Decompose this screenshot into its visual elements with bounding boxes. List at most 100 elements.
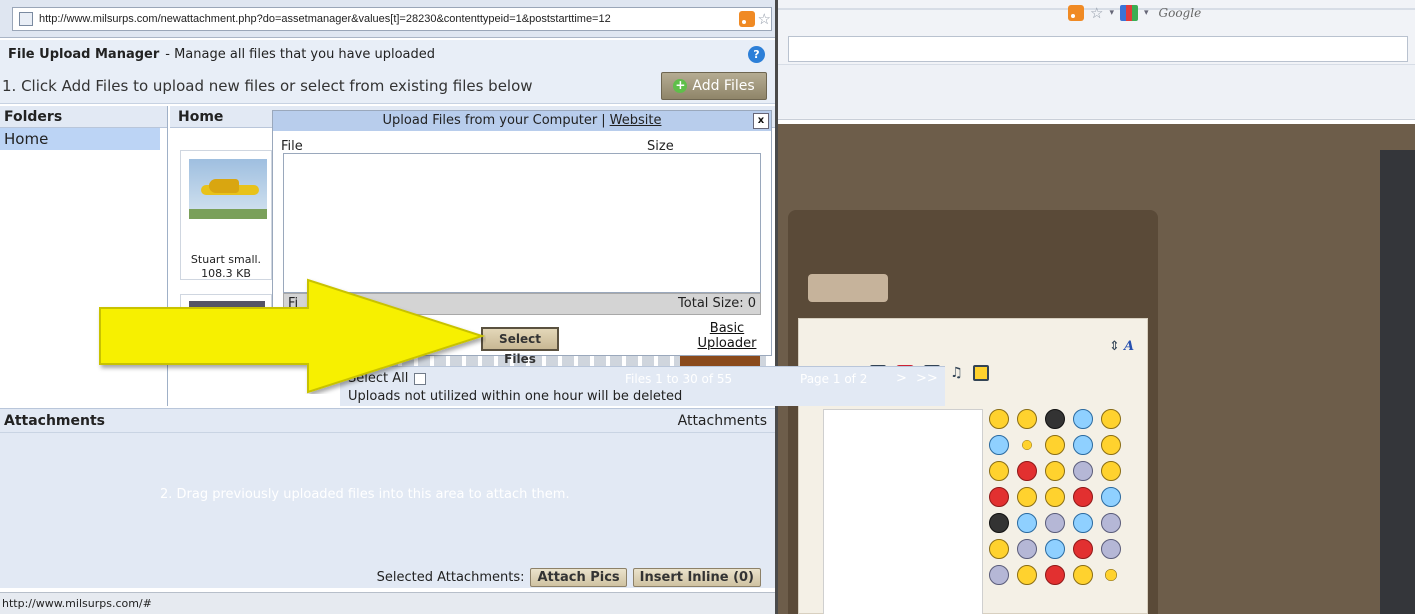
pager-range: Files 1 to 30 of 55 [625,372,733,386]
screenshot-stage: ☆ ▾ ▾ Google ⇕ A # <> [0,0,1415,614]
smiley-icon[interactable] [1017,461,1037,481]
smiley-icon[interactable] [1022,440,1032,450]
smiley-icon[interactable] [1045,435,1065,455]
help-icon[interactable]: ? [748,46,765,63]
forum-title-bar [808,274,888,302]
attach-pics-button[interactable]: Attach Pics [530,567,627,587]
smiley-icon[interactable] [1073,539,1093,559]
thumbnail-fuselage [209,179,239,193]
background-browser-toolbar: ☆ ▾ ▾ Google [778,0,1415,120]
smiley-icon[interactable] [989,487,1009,507]
smiley-icon[interactable] [1073,565,1093,585]
smiley-icon[interactable] [1101,435,1121,455]
insert-inline-button[interactable]: Insert Inline (0) [632,567,761,587]
bookmark-star-icon[interactable]: ☆ [1090,5,1103,21]
arrow-shape [99,278,486,394]
pager-last-button[interactable]: >> [916,371,938,386]
upload-manager-header: File Upload Manager - Manage all files t… [0,40,775,68]
basic-uploader-link[interactable]: Basic Uploader [691,321,763,351]
smiley-icon[interactable] [1073,461,1093,481]
smiley-icon[interactable] [1045,461,1065,481]
status-bar: http://www.milsurps.com/# [0,592,775,614]
url-field[interactable]: http://www.milsurps.com/newattachment.ph… [12,7,772,31]
smiley-icon[interactable] [989,513,1009,533]
search-box-placeholder[interactable]: Google [1159,6,1202,20]
smiley-icon[interactable] [1101,461,1121,481]
rss-feed-icon[interactable] [1068,5,1084,21]
attachments-footer: Selected Attachments: Attach Pics Insert… [0,565,775,589]
background-search-field[interactable] [788,36,1408,62]
dropdown-arrow-icon[interactable]: ▾ [1109,8,1114,18]
post-text-area[interactable] [823,409,983,614]
smiley-icon[interactable] [989,409,1009,429]
folders-header: Folders [0,106,167,128]
background-browser-window: ☆ ▾ ▾ Google ⇕ A # <> [778,0,1415,614]
smiley-icon[interactable] [1045,487,1065,507]
smiley-icon[interactable] [1017,409,1037,429]
title-separator: | [601,113,606,128]
smiley-picker-icon[interactable] [972,365,989,381]
upload-file-list[interactable] [283,153,761,293]
search-engine-dropdown-icon[interactable]: ▾ [1144,8,1149,18]
popup-address-bar: http://www.milsurps.com/newattachment.ph… [0,0,775,38]
smiley-icon[interactable] [1101,409,1121,429]
website-link[interactable]: Website [610,113,662,128]
attachments-section: Attachments Attachments 2. Drag previous… [0,408,775,588]
yellow-arrow-annotation [99,278,486,394]
google-search-icon[interactable] [1119,5,1138,21]
attachments-header: Attachments Attachments [0,409,775,433]
background-page-scrollbar[interactable] [1380,150,1415,614]
plus-icon: + [673,78,688,93]
upload-dialog-title: Upload Files from your Computer [382,113,598,128]
airplane-thumbnail-image [189,159,267,219]
pager-page: Page 1 of 2 [800,372,868,386]
music-note-icon[interactable]: ♫ [950,365,963,381]
font-size-icon[interactable]: ⇕ A [1109,339,1134,354]
smiley-icon[interactable] [1105,569,1117,581]
folder-item-home[interactable]: Home [0,128,160,150]
smiley-icon[interactable] [1017,565,1037,585]
file-name: Stuart small. [190,253,262,266]
rss-feed-icon[interactable] [738,11,755,27]
attachments-title-right: Attachments [677,413,767,429]
add-files-label: Add Files [692,78,755,94]
page-title: File Upload Manager [8,46,160,62]
smiley-icon[interactable] [1017,513,1037,533]
post-editor: ⇕ A # <> ♫ [798,318,1148,614]
smiley-icon[interactable] [1101,487,1121,507]
close-dialog-button[interactable]: x [753,113,769,129]
add-files-button[interactable]: + Add Files [661,72,767,100]
file-column-header: File [281,139,303,154]
smiley-icon[interactable] [989,461,1009,481]
smiley-icon[interactable] [989,539,1009,559]
attachments-title: Attachments [4,413,106,429]
smiley-icon[interactable] [1073,435,1093,455]
smiley-icon[interactable] [1045,409,1065,429]
thumbnail-ground [189,209,267,219]
smiley-icon[interactable] [1073,513,1093,533]
smiley-icon[interactable] [989,435,1009,455]
smiley-grid [989,409,1139,585]
select-files-button[interactable]: Select Files [481,327,559,366]
smiley-icon[interactable] [989,565,1009,585]
smiley-icon[interactable] [1045,565,1065,585]
smiley-icon[interactable] [1073,487,1093,507]
page-favicon-icon [19,12,33,26]
smiley-icon[interactable] [1101,513,1121,533]
upload-dialog-title-bar: Upload Files from your Computer | Website … [273,111,771,131]
smiley-icon[interactable] [1017,539,1037,559]
forum-panel: ⇕ A # <> ♫ [788,210,1158,614]
size-column-header: Size [647,139,674,154]
pager-next-button[interactable]: > [896,371,907,386]
smiley-icon[interactable] [1017,487,1037,507]
url-text: http://www.milsurps.com/newattachment.ph… [39,13,611,25]
file-thumbnail[interactable]: Stuart small. 108.3 KB [180,150,272,280]
page-subtitle: - Manage all files that you have uploade… [165,46,435,62]
drag-instructions: 2. Drag previously uploaded files into t… [160,487,570,502]
bookmark-star-icon[interactable]: ☆ [758,11,771,27]
smiley-icon[interactable] [1045,539,1065,559]
smiley-icon[interactable] [1073,409,1093,429]
address-tools: ☆ [738,11,771,27]
smiley-icon[interactable] [1101,539,1121,559]
smiley-icon[interactable] [1045,513,1065,533]
